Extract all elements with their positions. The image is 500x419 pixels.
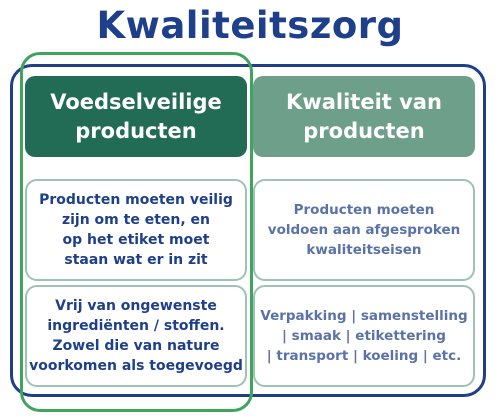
- product-quality-cell-1: Producten moeten voldoen aan afgesproken…: [253, 179, 475, 281]
- highlight-frame: [20, 52, 253, 412]
- header-product-quality: Kwaliteit van producten: [253, 76, 475, 157]
- diagram-title: Kwaliteitszorg: [96, 4, 404, 47]
- product-quality-cell-2-text: Verpakking | samenstelling | smaak | eti…: [260, 308, 468, 364]
- header-product-quality-label: Kwaliteit van producten: [286, 89, 442, 143]
- product-quality-cell-1-text: Producten moeten voldoen aan afgesproken…: [267, 202, 461, 258]
- product-quality-cell-2: Verpakking | samenstelling | smaak | eti…: [253, 285, 475, 387]
